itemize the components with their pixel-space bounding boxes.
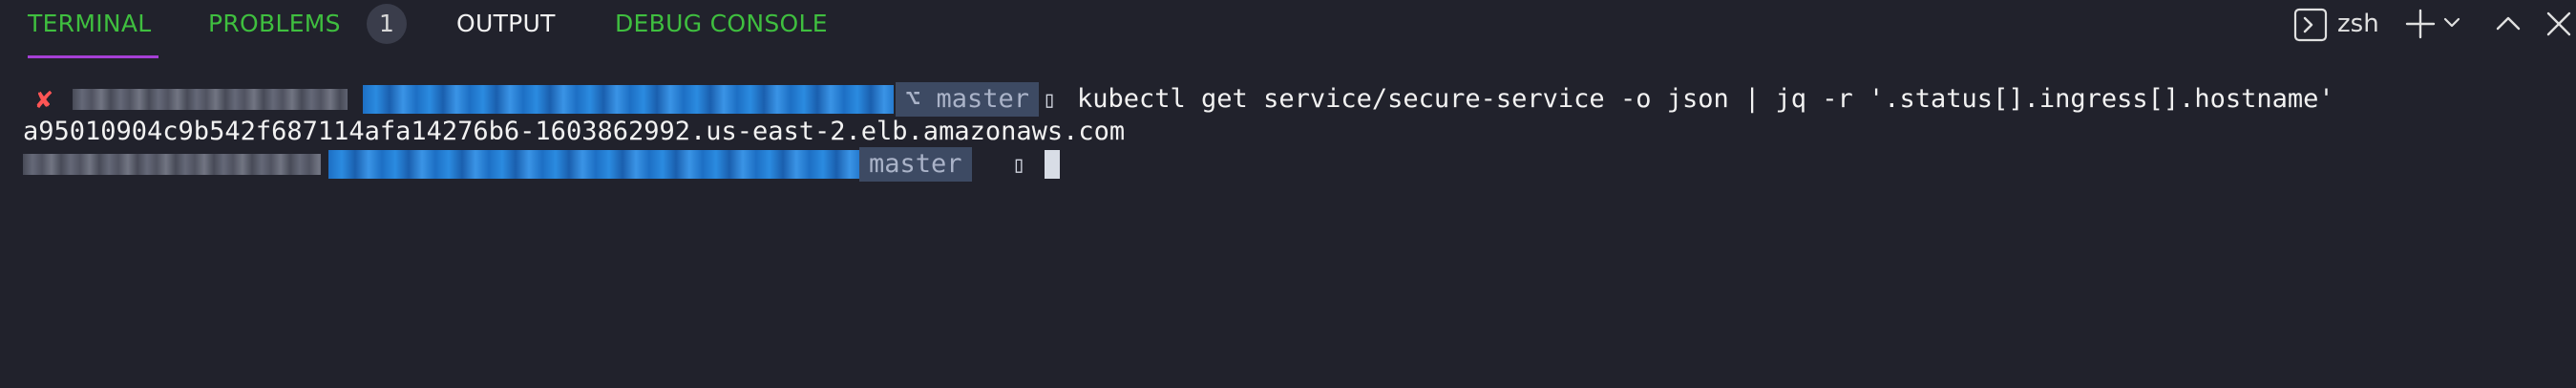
tab-problems[interactable]: PROBLEMS (208, 10, 341, 38)
redacted-path (328, 150, 892, 179)
redacted-user-host (73, 89, 348, 110)
problems-count-badge: 1 (367, 4, 407, 44)
terminal-cursor (1045, 150, 1060, 179)
shell-name-label[interactable]: zsh (2337, 8, 2379, 42)
terminal-icon[interactable] (2293, 8, 2328, 42)
redacted-user-host (23, 154, 321, 175)
plus-icon[interactable] (2404, 8, 2437, 42)
git-branch-name: master (869, 149, 962, 179)
command-text: kubectl get service/secure-service -o js… (1077, 84, 2334, 114)
close-icon[interactable] (2544, 10, 2573, 44)
git-branch-segment: ⌥ master (896, 82, 1040, 117)
tab-terminal[interactable]: TERMINAL (28, 10, 152, 38)
prompt-arrow-icon: ▯ (1043, 86, 1057, 113)
terminal-output-area[interactable]: ✘ ⌥ master ▯ kubectl get service/secure-… (0, 76, 2576, 388)
active-tab-underline (28, 55, 158, 58)
x-mark-icon: ✘ (36, 83, 53, 115)
git-branch-icon: ⌥ (905, 84, 921, 114)
command-output: a95010904c9b542f687114afa14276b6-1603862… (23, 117, 1126, 146)
terminal-line-prompt: master ▯ (0, 147, 2576, 182)
chevron-down-icon[interactable] (2442, 15, 2461, 50)
terminal-line-output: a95010904c9b542f687114afa14276b6-1603862… (0, 115, 2576, 149)
terminal-line-command: ✘ ⌥ master ▯ kubectl get service/secure-… (0, 82, 2576, 117)
git-branch-name: master (936, 84, 1030, 114)
redacted-path (363, 85, 894, 114)
prompt-arrow-icon: ▯ (1012, 151, 1026, 178)
git-branch-segment: master (859, 147, 972, 182)
tab-debug-console[interactable]: DEBUG CONSOLE (615, 10, 828, 38)
tab-output[interactable]: OUTPUT (456, 10, 556, 38)
chevron-up-icon[interactable] (2494, 11, 2523, 46)
panel-header: TERMINAL PROBLEMS 1 OUTPUT DEBUG CONSOLE… (0, 0, 2576, 61)
